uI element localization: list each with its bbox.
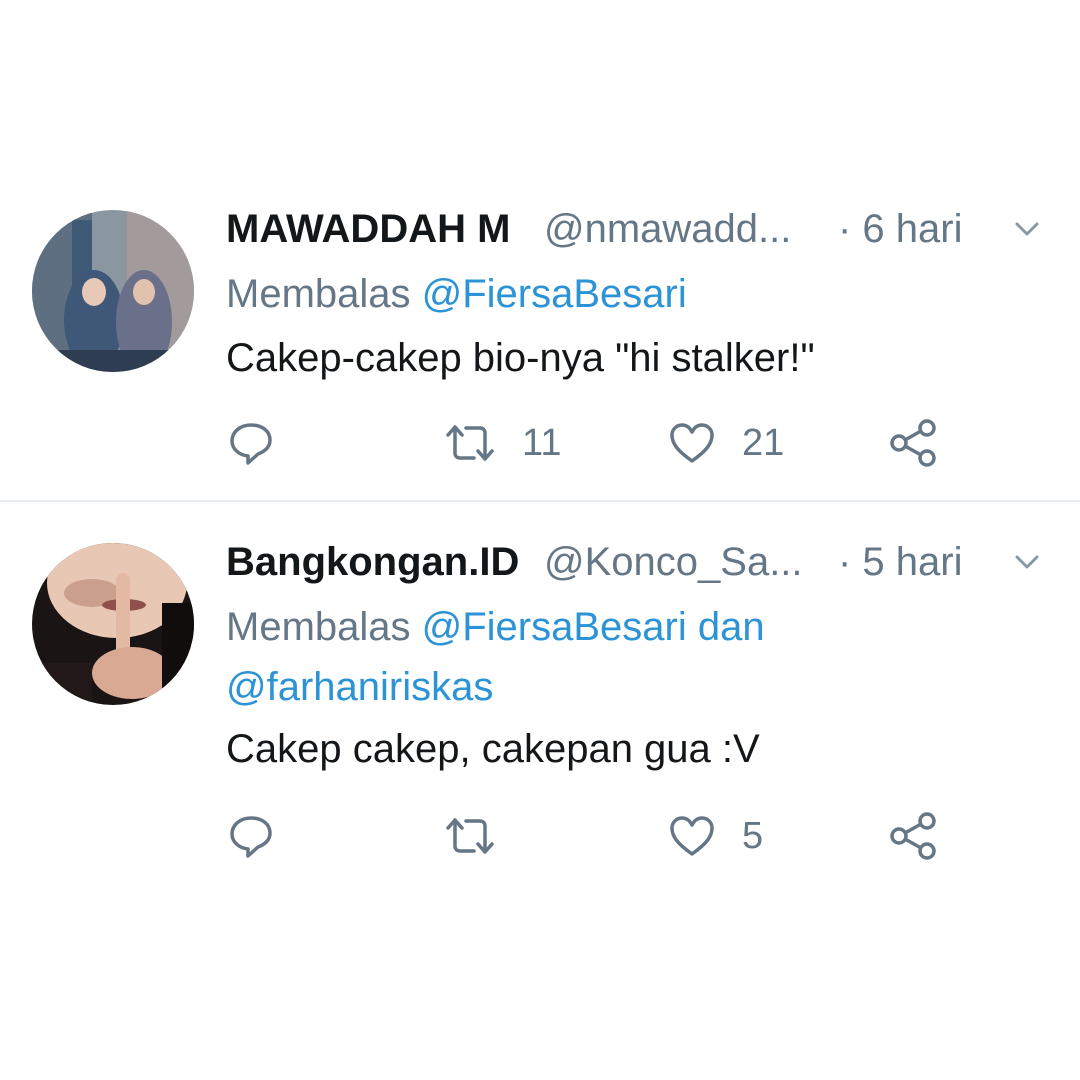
avatar-image — [32, 543, 194, 705]
reply-button[interactable] — [228, 806, 274, 866]
share-button[interactable] — [888, 806, 938, 866]
tweet[interactable]: Bangkongan.ID @Konco_Sa... · 5 hari Memb… — [0, 0, 1080, 1080]
heart-icon — [670, 816, 714, 856]
tweet-text: Cakep cakep, cakepan gua :V — [226, 727, 760, 771]
mention-link[interactable]: @FiersaBesari — [422, 605, 687, 649]
display-name[interactable]: Bangkongan.ID — [226, 537, 519, 587]
user-handle[interactable]: @Konco_Sa... — [544, 537, 803, 587]
tweet-actions: 5 — [0, 806, 1080, 866]
mention-link[interactable]: @farhaniriskas — [226, 665, 493, 709]
avatar[interactable] — [32, 543, 194, 705]
reply-context: Membalas @FiersaBesari dan @farhaniriska… — [226, 597, 1026, 717]
chevron-down-icon[interactable] — [1012, 549, 1042, 575]
like-button[interactable]: 5 — [668, 806, 763, 866]
retweet-icon — [446, 818, 494, 854]
reply-joiner: dan — [686, 605, 765, 649]
share-icon — [890, 812, 936, 860]
retweet-button[interactable] — [444, 806, 522, 866]
reply-icon — [230, 816, 272, 858]
reply-prefix: Membalas — [226, 605, 422, 649]
like-count: 5 — [742, 815, 764, 857]
timestamp[interactable]: · 5 hari — [838, 537, 963, 587]
